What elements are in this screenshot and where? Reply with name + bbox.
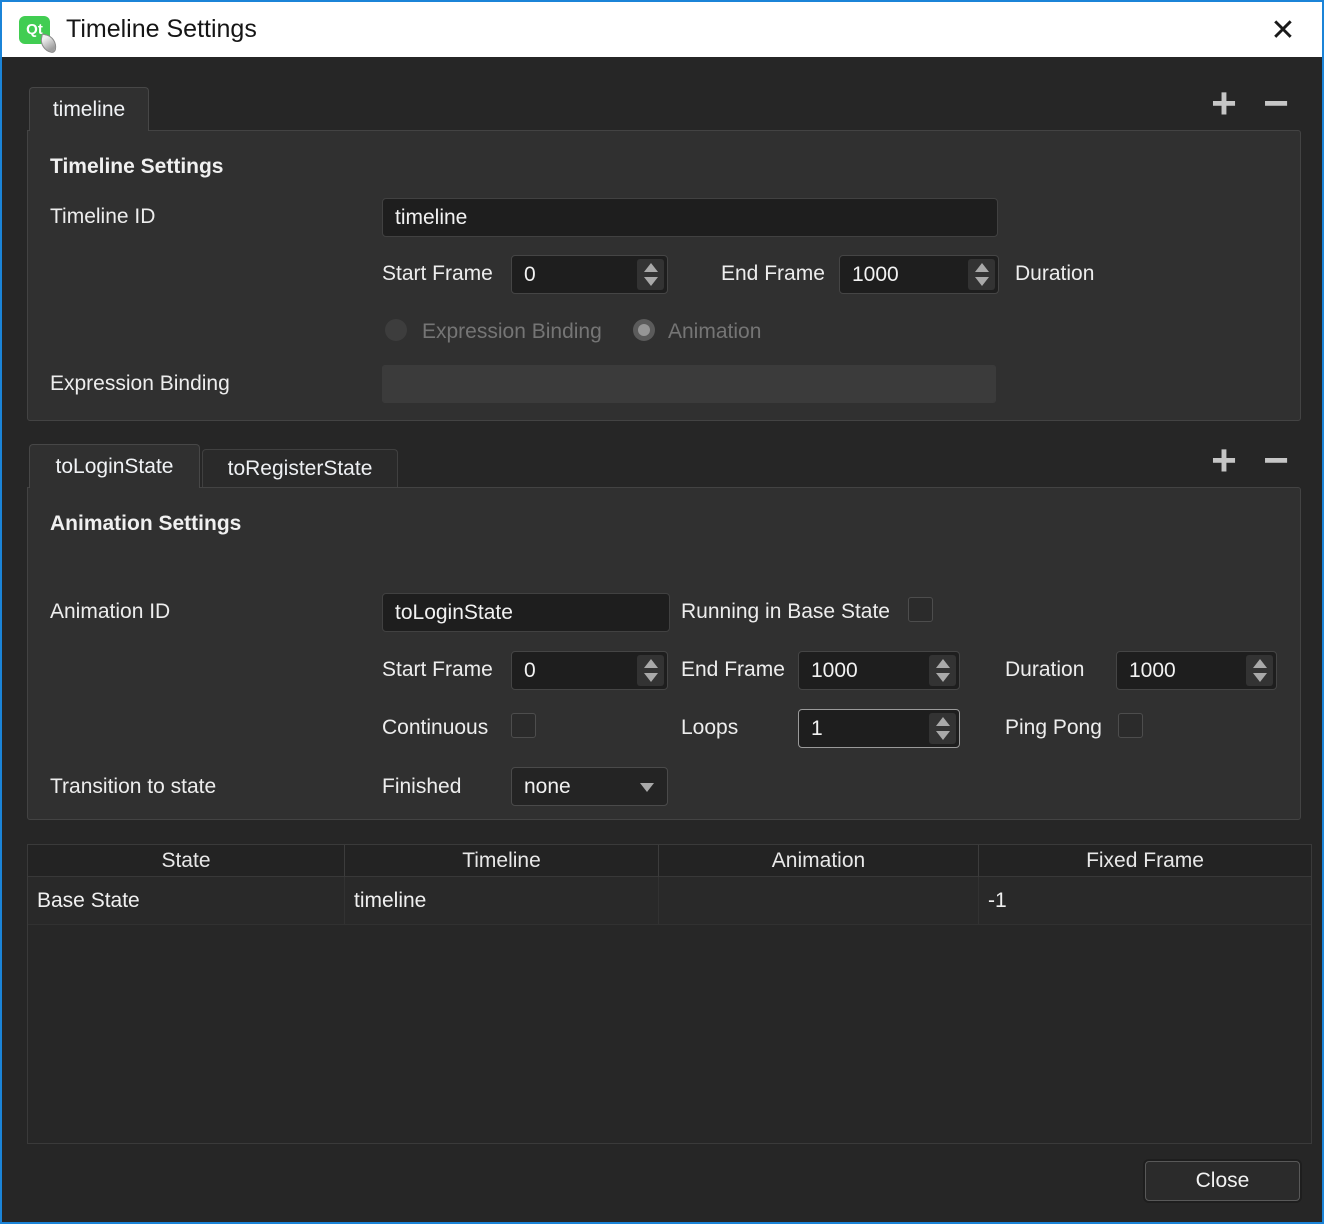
chevron-down-icon (640, 783, 654, 792)
cell-animation[interactable] (659, 877, 979, 925)
timeline-id-input[interactable]: timeline (382, 198, 998, 237)
timeline-settings-panel: Timeline Settings Timeline ID timeline S… (27, 130, 1301, 421)
timeline-id-label: Timeline ID (50, 205, 155, 229)
cell-state[interactable]: Base State (28, 877, 345, 925)
close-button-label: Close (1196, 1169, 1250, 1193)
close-button[interactable]: Close (1145, 1161, 1300, 1201)
start-frame-spin-buttons[interactable] (637, 259, 664, 290)
spin-down-icon[interactable] (936, 731, 950, 740)
anim-duration-label: Duration (1005, 658, 1084, 682)
animation-tab-actions: + − (1204, 439, 1296, 483)
finished-dropdown-value: none (524, 768, 571, 805)
loops-value: 1 (811, 710, 823, 747)
timeline-tab-actions: + − (1204, 82, 1296, 126)
running-in-base-state-checkbox[interactable] (908, 597, 933, 622)
animation-settings-heading: Animation Settings (50, 512, 241, 536)
window-title: Timeline Settings (66, 15, 257, 44)
states-table: State Timeline Animation Fixed Frame Bas… (27, 844, 1312, 1144)
spin-up-icon[interactable] (1253, 659, 1267, 668)
ping-pong-label: Ping Pong (1005, 716, 1102, 740)
spin-up-icon[interactable] (975, 263, 989, 272)
column-header-state[interactable]: State (28, 845, 345, 877)
loops-label: Loops (681, 716, 738, 740)
tab-timeline[interactable]: timeline (29, 87, 149, 131)
anim-duration-spin-buttons[interactable] (1246, 655, 1273, 686)
add-animation-icon[interactable]: + (1204, 439, 1244, 483)
anim-start-frame-spinbox[interactable]: 0 (511, 651, 668, 690)
title-bar: Qt Timeline Settings ✕ (2, 2, 1322, 57)
spin-down-icon[interactable] (644, 673, 658, 682)
tab-tologinstate[interactable]: toLoginState (29, 444, 200, 488)
start-frame-label: Start Frame (382, 262, 493, 286)
timeline-id-value: timeline (395, 206, 467, 230)
anim-duration-value: 1000 (1129, 652, 1176, 689)
finished-dropdown[interactable]: none (511, 767, 668, 806)
finished-label: Finished (382, 775, 461, 799)
anim-start-frame-spin-buttons[interactable] (637, 655, 664, 686)
animation-radio[interactable] (633, 319, 655, 341)
animation-settings-panel: Animation Settings Animation ID toLoginS… (27, 487, 1301, 820)
end-frame-spin-buttons[interactable] (968, 259, 995, 290)
expression-binding-label: Expression Binding (50, 372, 230, 396)
expression-binding-radio-label: Expression Binding (422, 320, 602, 344)
spin-down-icon[interactable] (975, 277, 989, 286)
spin-up-icon[interactable] (644, 263, 658, 272)
anim-end-frame-spinbox[interactable]: 1000 (798, 651, 960, 690)
tab-toregisterstate[interactable]: toRegisterState (202, 449, 398, 488)
add-timeline-icon[interactable]: + (1204, 82, 1244, 126)
qt-design-studio-icon: Qt (19, 16, 50, 44)
spin-down-icon[interactable] (644, 277, 658, 286)
running-in-base-state-label: Running in Base State (681, 600, 890, 624)
tab-toregisterstate-label: toRegisterState (228, 457, 373, 481)
window-close-icon[interactable]: ✕ (1264, 11, 1302, 49)
transition-to-state-label: Transition to state (50, 775, 216, 799)
start-frame-spinbox[interactable]: 0 (511, 255, 668, 294)
continuous-label: Continuous (382, 716, 488, 740)
animation-id-input[interactable]: toLoginState (382, 593, 670, 632)
end-frame-label: End Frame (721, 262, 825, 286)
qt-icon-text: Qt (26, 21, 43, 38)
spin-up-icon[interactable] (644, 659, 658, 668)
start-frame-value: 0 (524, 256, 536, 293)
tab-tologinstate-label: toLoginState (56, 455, 174, 479)
column-header-fixed-frame[interactable]: Fixed Frame (979, 845, 1311, 877)
table-row[interactable]: Base State timeline -1 (28, 877, 1311, 925)
animation-radio-label: Animation (668, 320, 761, 344)
cell-fixed-frame[interactable]: -1 (979, 877, 1311, 925)
spin-down-icon[interactable] (936, 673, 950, 682)
anim-duration-spinbox[interactable]: 1000 (1116, 651, 1277, 690)
timeline-settings-heading: Timeline Settings (50, 155, 224, 179)
loops-spinbox[interactable]: 1 (798, 709, 960, 748)
expression-binding-input[interactable] (382, 365, 996, 403)
end-frame-value: 1000 (852, 256, 899, 293)
expression-binding-radio[interactable] (385, 319, 407, 341)
duration-label: Duration (1015, 262, 1094, 286)
column-header-animation[interactable]: Animation (659, 845, 979, 877)
spin-up-icon[interactable] (936, 717, 950, 726)
anim-end-frame-label: End Frame (681, 658, 785, 682)
spin-up-icon[interactable] (936, 659, 950, 668)
animation-id-label: Animation ID (50, 600, 170, 624)
anim-start-frame-label: Start Frame (382, 658, 493, 682)
animation-id-value: toLoginState (395, 601, 513, 625)
anim-start-frame-value: 0 (524, 652, 536, 689)
timeline-settings-dialog: Qt Timeline Settings ✕ timeline + − Time… (0, 0, 1324, 1224)
column-header-timeline[interactable]: Timeline (345, 845, 659, 877)
ping-pong-checkbox[interactable] (1118, 713, 1143, 738)
tab-timeline-label: timeline (53, 98, 125, 122)
remove-timeline-icon[interactable]: − (1256, 82, 1296, 126)
anim-end-frame-spin-buttons[interactable] (929, 655, 956, 686)
remove-animation-icon[interactable]: − (1256, 439, 1296, 483)
loops-spin-buttons[interactable] (929, 713, 956, 744)
spin-down-icon[interactable] (1253, 673, 1267, 682)
anim-end-frame-value: 1000 (811, 652, 858, 689)
end-frame-spinbox[interactable]: 1000 (839, 255, 999, 294)
continuous-checkbox[interactable] (511, 713, 536, 738)
cell-timeline[interactable]: timeline (345, 877, 659, 925)
states-table-header: State Timeline Animation Fixed Frame (28, 845, 1311, 877)
